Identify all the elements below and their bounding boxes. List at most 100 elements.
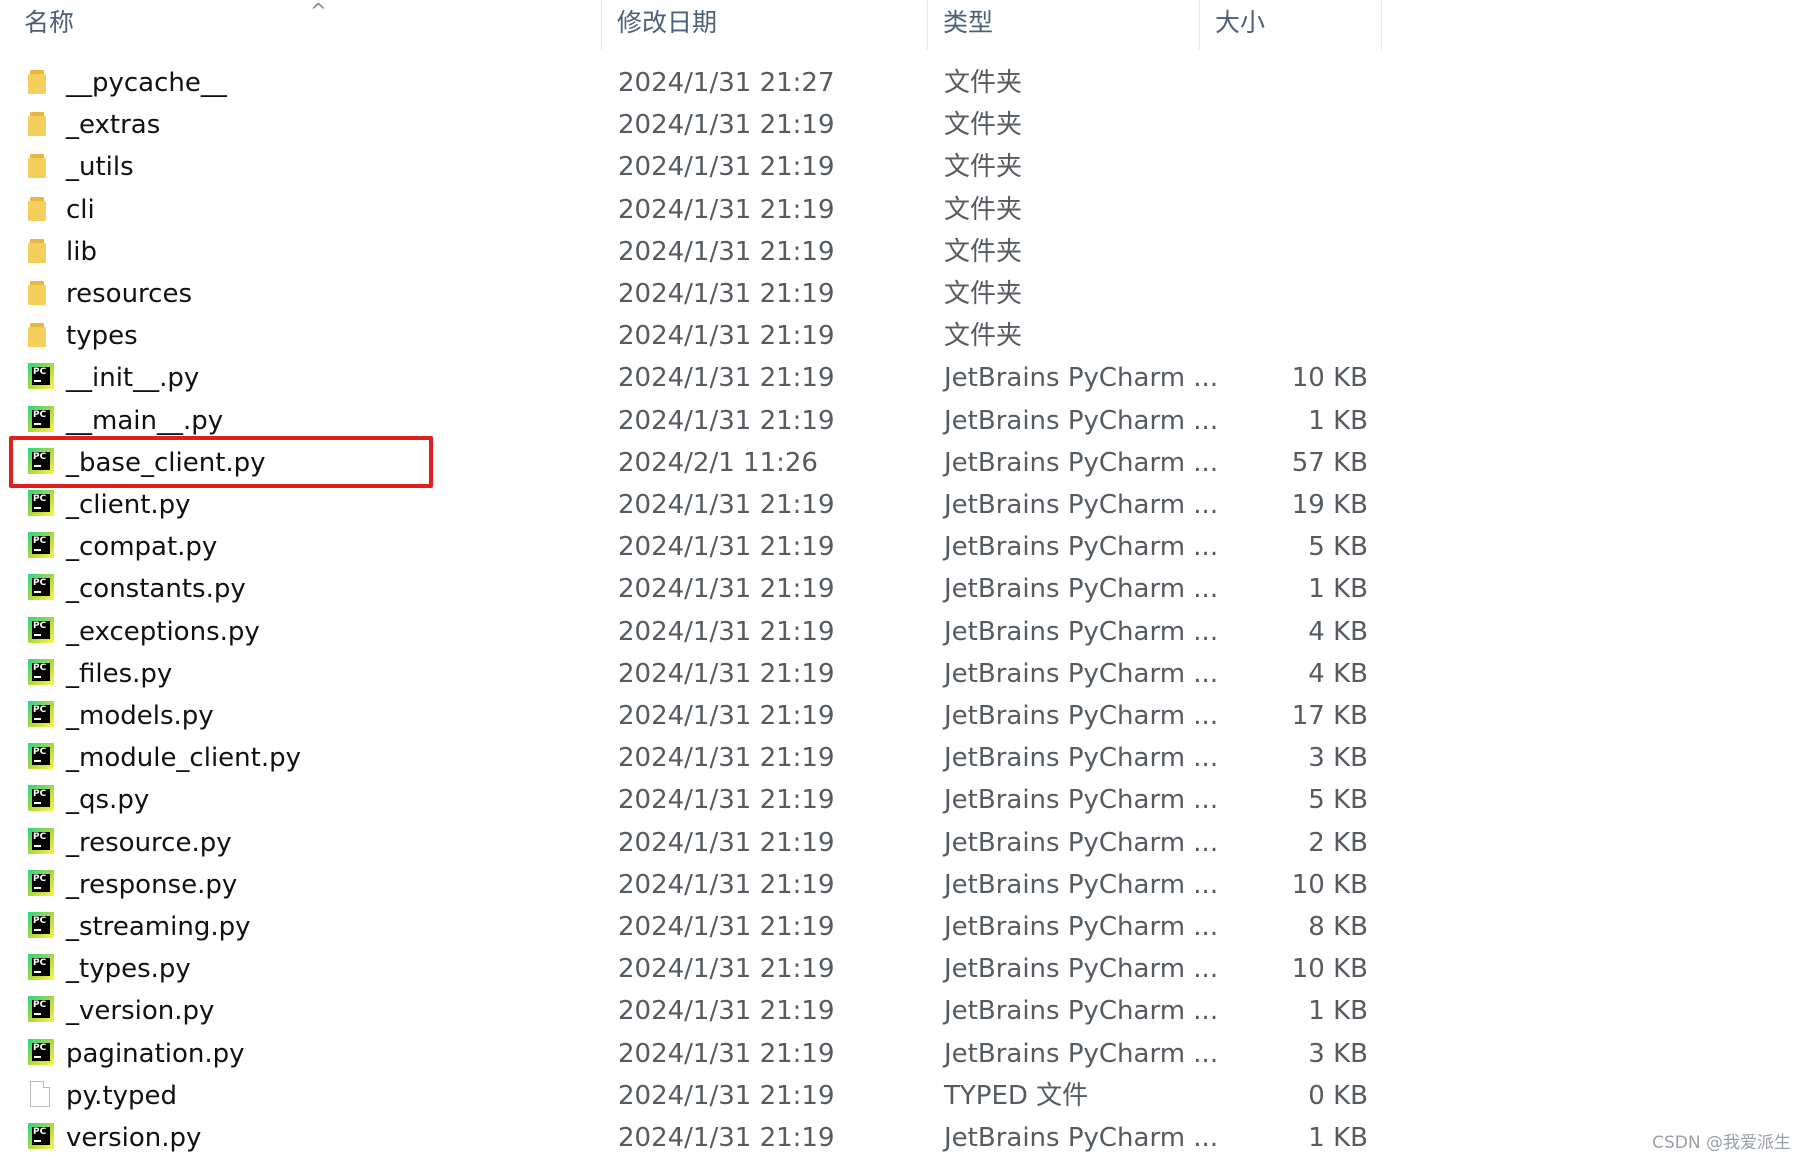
- file-size: 1 KB: [1308, 405, 1368, 436]
- file-size: 5 KB: [1308, 532, 1368, 563]
- file-row[interactable]: __pycache__ 2024/1/31 21:27 文件夹: [0, 62, 1809, 104]
- pycharm-file-icon: PC: [28, 996, 56, 1024]
- file-size: 3 KB: [1308, 1038, 1368, 1069]
- file-row[interactable]: PC _qs.py 2024/1/31 21:19 JetBrains PyCharm…: [0, 779, 1809, 821]
- file-row[interactable]: PC _types.py 2024/1/31 21:19 JetBrains PyCh…: [0, 948, 1809, 990]
- folder-icon: [28, 195, 56, 223]
- file-name: _compat.py: [66, 532, 218, 563]
- file-name: types: [66, 321, 138, 352]
- file-size: 8 KB: [1308, 912, 1368, 942]
- file-size: 1 KB: [1308, 996, 1368, 1027]
- file-type: JetBrains PyCharm ...: [944, 363, 1219, 394]
- file-row[interactable]: _extras 2024/1/31 21:19 文件夹: [0, 104, 1809, 146]
- file-size: 10 KB: [1291, 869, 1368, 900]
- file-type: JetBrains PyCharm ...: [944, 616, 1219, 647]
- file-type: JetBrains PyCharm ...: [944, 785, 1219, 816]
- file-name: _constants.py: [66, 574, 246, 605]
- file-date: 2024/1/31 21:19: [618, 785, 835, 816]
- file-type: JetBrains PyCharm ...: [944, 405, 1219, 436]
- file-row[interactable]: PC _models.py 2024/1/31 21:19 JetBrains PyC…: [0, 695, 1809, 737]
- column-header-date[interactable]: 修改日期: [603, 0, 928, 50]
- column-header-size[interactable]: 大小: [1201, 0, 1382, 50]
- pycharm-file-icon: PC: [28, 658, 56, 687]
- file-name: _exceptions.py: [66, 616, 260, 647]
- file-row[interactable]: PC _client.py 2024/1/31 21:19 JetBrains PyC…: [0, 484, 1809, 526]
- file-size: 3 KB: [1308, 743, 1368, 774]
- folder-icon: [28, 237, 56, 265]
- file-type: JetBrains PyCharm ...: [944, 1123, 1219, 1153]
- file-size: 1 KB: [1308, 574, 1368, 605]
- file-name: _models.py: [66, 701, 214, 731]
- column-header-name[interactable]: 名称 ^: [10, 0, 602, 50]
- file-date: 2024/1/31 21:19: [618, 236, 835, 267]
- file-type: JetBrains PyCharm ...: [944, 827, 1219, 858]
- file-date: 2024/1/31 21:19: [618, 279, 835, 309]
- file-type: JetBrains PyCharm ...: [944, 658, 1219, 689]
- folder-icon: [28, 321, 56, 349]
- pycharm-file-icon: PC: [28, 912, 56, 940]
- file-row[interactable]: PC _resource.py 2024/1/31 21:19 JetBrains P…: [0, 822, 1809, 864]
- pycharm-file-icon: PC: [28, 363, 56, 391]
- file-row[interactable]: PC _version.py 2024/1/31 21:19 JetBrains Py…: [0, 990, 1809, 1032]
- pycharm-file-icon: PC: [28, 869, 56, 898]
- file-date: 2024/2/1 11:26: [618, 447, 818, 478]
- file-date: 2024/1/31 21:19: [618, 152, 835, 183]
- file-size: 10 KB: [1291, 954, 1368, 985]
- file-size: [1200, 273, 1368, 315]
- file-row[interactable]: _utils 2024/1/31 21:19 文件夹: [0, 146, 1809, 188]
- file-date: 2024/1/31 21:19: [618, 701, 835, 731]
- file-name: _resource.py: [66, 827, 232, 858]
- file-date: 2024/1/31 21:19: [618, 658, 835, 689]
- file-type: 文件夹: [944, 321, 1023, 352]
- file-row[interactable]: PC _response.py 2024/1/31 21:19 JetBrains P…: [0, 864, 1809, 906]
- file-size: 10 KB: [1291, 363, 1368, 394]
- file-row[interactable]: PC pagination.py 2024/1/31 21:19 JetBrains …: [0, 1033, 1809, 1075]
- file-size: [1200, 62, 1368, 104]
- file-name: _version.py: [66, 996, 215, 1027]
- file-date: 2024/1/31 21:19: [618, 743, 835, 774]
- file-size: 19 KB: [1291, 490, 1368, 520]
- file-row[interactable]: PC __init__.py 2024/1/31 21:19 JetBrains Py…: [0, 357, 1809, 399]
- file-date: 2024/1/31 21:19: [618, 405, 835, 436]
- file-row[interactable]: types 2024/1/31 21:19 文件夹: [0, 315, 1809, 357]
- file-row[interactable]: PC version.py 2024/1/31 21:19 JetBrains PyC…: [0, 1117, 1809, 1159]
- file-row[interactable]: PC _constants.py 2024/1/31 21:19 JetBrains …: [0, 568, 1809, 610]
- file-date: 2024/1/31 21:19: [618, 194, 835, 225]
- file-date: 2024/1/31 21:19: [618, 827, 835, 858]
- file-size: 4 KB: [1308, 658, 1368, 689]
- file-row[interactable]: PC _module_client.py 2024/1/31 21:19 JetBra…: [0, 737, 1809, 779]
- file-date: 2024/1/31 21:19: [618, 1080, 835, 1111]
- file-type: JetBrains PyCharm ...: [944, 954, 1219, 985]
- pycharm-file-icon: PC: [28, 405, 56, 434]
- file-row[interactable]: PC _files.py 2024/1/31 21:19 JetBrains PyCh…: [0, 653, 1809, 695]
- column-header-type[interactable]: 类型: [929, 0, 1200, 50]
- file-size: 57 KB: [1291, 447, 1368, 478]
- file-size: [1200, 231, 1368, 273]
- file-name: _module_client.py: [66, 743, 302, 774]
- pycharm-file-icon: PC: [28, 827, 56, 856]
- pycharm-file-icon: PC: [28, 490, 56, 518]
- pycharm-file-icon: PC: [28, 1038, 56, 1067]
- file-row[interactable]: py.typed 2024/1/31 21:19 TYPED 文件 0 KB: [0, 1075, 1809, 1117]
- file-row[interactable]: resources 2024/1/31 21:19 文件夹: [0, 273, 1809, 315]
- file-type: 文件夹: [944, 279, 1023, 309]
- file-row[interactable]: PC _streaming.py 2024/1/31 21:19 JetBrains …: [0, 906, 1809, 948]
- file-date: 2024/1/31 21:27: [618, 68, 835, 98]
- file-row[interactable]: PC _exceptions.py 2024/1/31 21:19 JetBrains…: [0, 611, 1809, 653]
- folder-icon: [28, 152, 56, 180]
- file-name: resources: [66, 279, 193, 309]
- file-name: _utils: [66, 152, 134, 183]
- file-date: 2024/1/31 21:19: [618, 912, 835, 942]
- file-name: _qs.py: [66, 785, 150, 816]
- file-date: 2024/1/31 21:19: [618, 996, 835, 1027]
- file-row[interactable]: lib 2024/1/31 21:19 文件夹: [0, 231, 1809, 273]
- file-size: [1200, 315, 1368, 357]
- pycharm-file-icon: PC: [28, 532, 56, 560]
- file-name: lib: [66, 236, 97, 267]
- pycharm-file-icon: PC: [28, 574, 56, 602]
- file-row[interactable]: cli 2024/1/31 21:19 文件夹: [0, 189, 1809, 231]
- file-row[interactable]: PC _compat.py 2024/1/31 21:19 JetBrains PyC…: [0, 526, 1809, 568]
- blank-file-icon: [28, 1080, 56, 1109]
- file-size: 4 KB: [1308, 616, 1368, 647]
- file-type: 文件夹: [944, 194, 1023, 225]
